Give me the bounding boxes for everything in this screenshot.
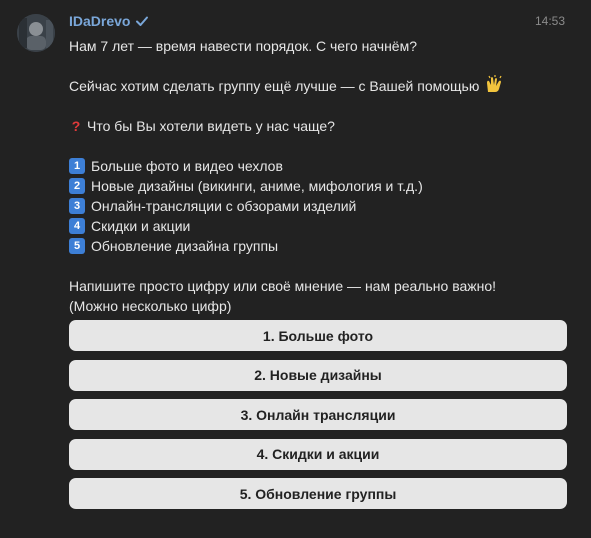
question-mark-icon: ? <box>71 118 81 134</box>
author-name[interactable]: IDaDrevo <box>69 13 130 29</box>
keyboard-button-online-streams[interactable]: 3. Онлайн трансляции <box>69 399 567 430</box>
number-5-icon: 5 <box>69 238 85 254</box>
option-line: 3 Онлайн-трансляции с обзорами изделий <box>69 196 569 216</box>
text-line-with-emoji: Сейчас хотим сделать группу ещё лучше — … <box>69 74 569 98</box>
text-line: Сейчас хотим сделать группу ещё лучше — … <box>69 78 480 94</box>
question-line: ? Что бы Вы хотели видеть у нас чаще? <box>69 116 569 136</box>
keyboard-button-group-design-update[interactable]: 5. Обновление группы <box>69 478 567 509</box>
option-text: Онлайн-трансляции с обзорами изделий <box>91 198 357 214</box>
avatar-image <box>17 14 55 52</box>
option-line: 5 Обновление дизайна группы <box>69 236 569 256</box>
text-line: (Можно несколько цифр) <box>69 298 232 314</box>
option-text: Обновление дизайна группы <box>91 238 279 254</box>
avatar[interactable] <box>17 14 55 52</box>
message-time: 14:53 <box>534 14 565 28</box>
option-text: Больше фото и видео чехлов <box>91 158 283 174</box>
chat-message: IDaDrevo 14:53 Нам 7 лет — время навести… <box>0 0 591 538</box>
option-text: Новые дизайны (викинги, аниме, мифология… <box>91 178 423 194</box>
verified-check-icon <box>135 14 149 28</box>
number-4-icon: 4 <box>69 218 85 234</box>
inline-keyboard: 1. Больше фото 2. Новые дизайны 3. Онлай… <box>69 320 567 518</box>
keyboard-button-discounts[interactable]: 4. Скидки и акции <box>69 438 567 470</box>
author-name-row[interactable]: IDaDrevo <box>69 13 149 29</box>
option-line: 4 Скидки и акции <box>69 216 569 236</box>
raising-hands-icon <box>485 74 505 98</box>
number-1-icon: 1 <box>69 158 85 174</box>
text-line: Что бы Вы хотели видеть у нас чаще? <box>87 118 335 134</box>
number-2-icon: 2 <box>69 178 85 194</box>
option-text: Скидки и акции <box>91 218 191 234</box>
text-line: Нам 7 лет — время навести порядок. С чег… <box>69 38 418 54</box>
keyboard-button-more-photos[interactable]: 1. Больше фото <box>69 320 567 351</box>
option-line: 2 Новые дизайны (викинги, аниме, мифолог… <box>69 176 569 196</box>
number-3-icon: 3 <box>69 198 85 214</box>
text-line: Напишите просто цифру или своё мнение — … <box>69 278 497 294</box>
keyboard-button-new-designs[interactable]: 2. Новые дизайны <box>69 359 567 391</box>
message-text: Нам 7 лет — время навести порядок. С чег… <box>69 36 569 316</box>
option-line: 1 Больше фото и видео чехлов <box>69 156 569 176</box>
